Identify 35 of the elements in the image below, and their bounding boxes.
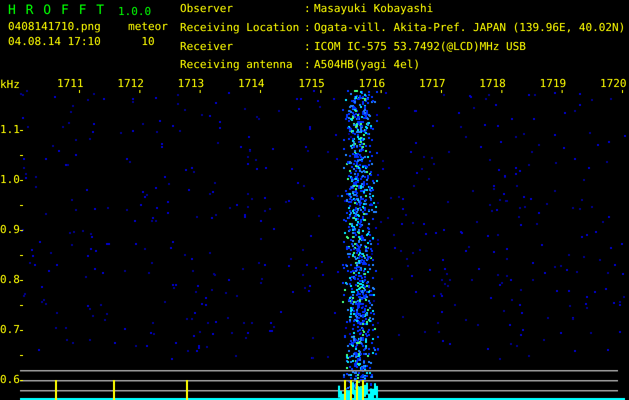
amplitude-label: 1.1 [0, 124, 20, 138]
meteor-count: 10 [140, 35, 156, 48]
timestamp: 04.08.14 17:10 [8, 35, 102, 48]
app-title: H R O F F T [8, 3, 106, 18]
info-separator: : [304, 22, 312, 36]
meteor-label: meteor [127, 20, 169, 33]
amplitude-label: 0.6 [0, 374, 20, 388]
info-separator: : [304, 3, 312, 17]
frequency-label: 1714 [238, 78, 266, 90]
app-version: 1.0.0 [118, 5, 152, 18]
axis-unit: kHz [0, 78, 20, 91]
frequency-label: 1711 [57, 78, 84, 90]
amplitude-label: 0.8 [0, 274, 20, 288]
frequency-label: 1718 [479, 78, 507, 90]
frequency-label: 1720 [600, 78, 628, 90]
info-label: Observer [180, 3, 234, 17]
frequency-label: 1719 [540, 78, 568, 90]
amplitude-label: 1.0 [0, 174, 20, 188]
info-label: Receiver [180, 40, 234, 54]
frequency-label: 1715 [298, 78, 326, 90]
info-separator: : [304, 40, 312, 54]
info-value: Masayuki Kobayashi [314, 3, 434, 17]
amplitude-label: 0.7 [0, 324, 20, 338]
amplitude-label: 0.9 [0, 224, 20, 238]
frequency-label: 1716 [358, 78, 386, 90]
frequency-label: 1717 [418, 78, 446, 90]
info-label: Receiving antenna [180, 59, 294, 74]
file-name: 0408141710.png [8, 20, 102, 33]
frequency-label: 1712 [117, 78, 145, 90]
info-value: ICOM IC-575 53.7492(@LCD)MHz USB [314, 40, 527, 54]
info-label: Receiving Location [180, 22, 300, 36]
info-value: Ogata-vill. Akita-Pref. JAPAN (139.96E, 40.02N) [314, 22, 626, 36]
frequency-label: 1713 [178, 78, 206, 90]
info-value: A504HB(yagi 4el) [314, 59, 421, 74]
info-separator: : [304, 59, 312, 74]
